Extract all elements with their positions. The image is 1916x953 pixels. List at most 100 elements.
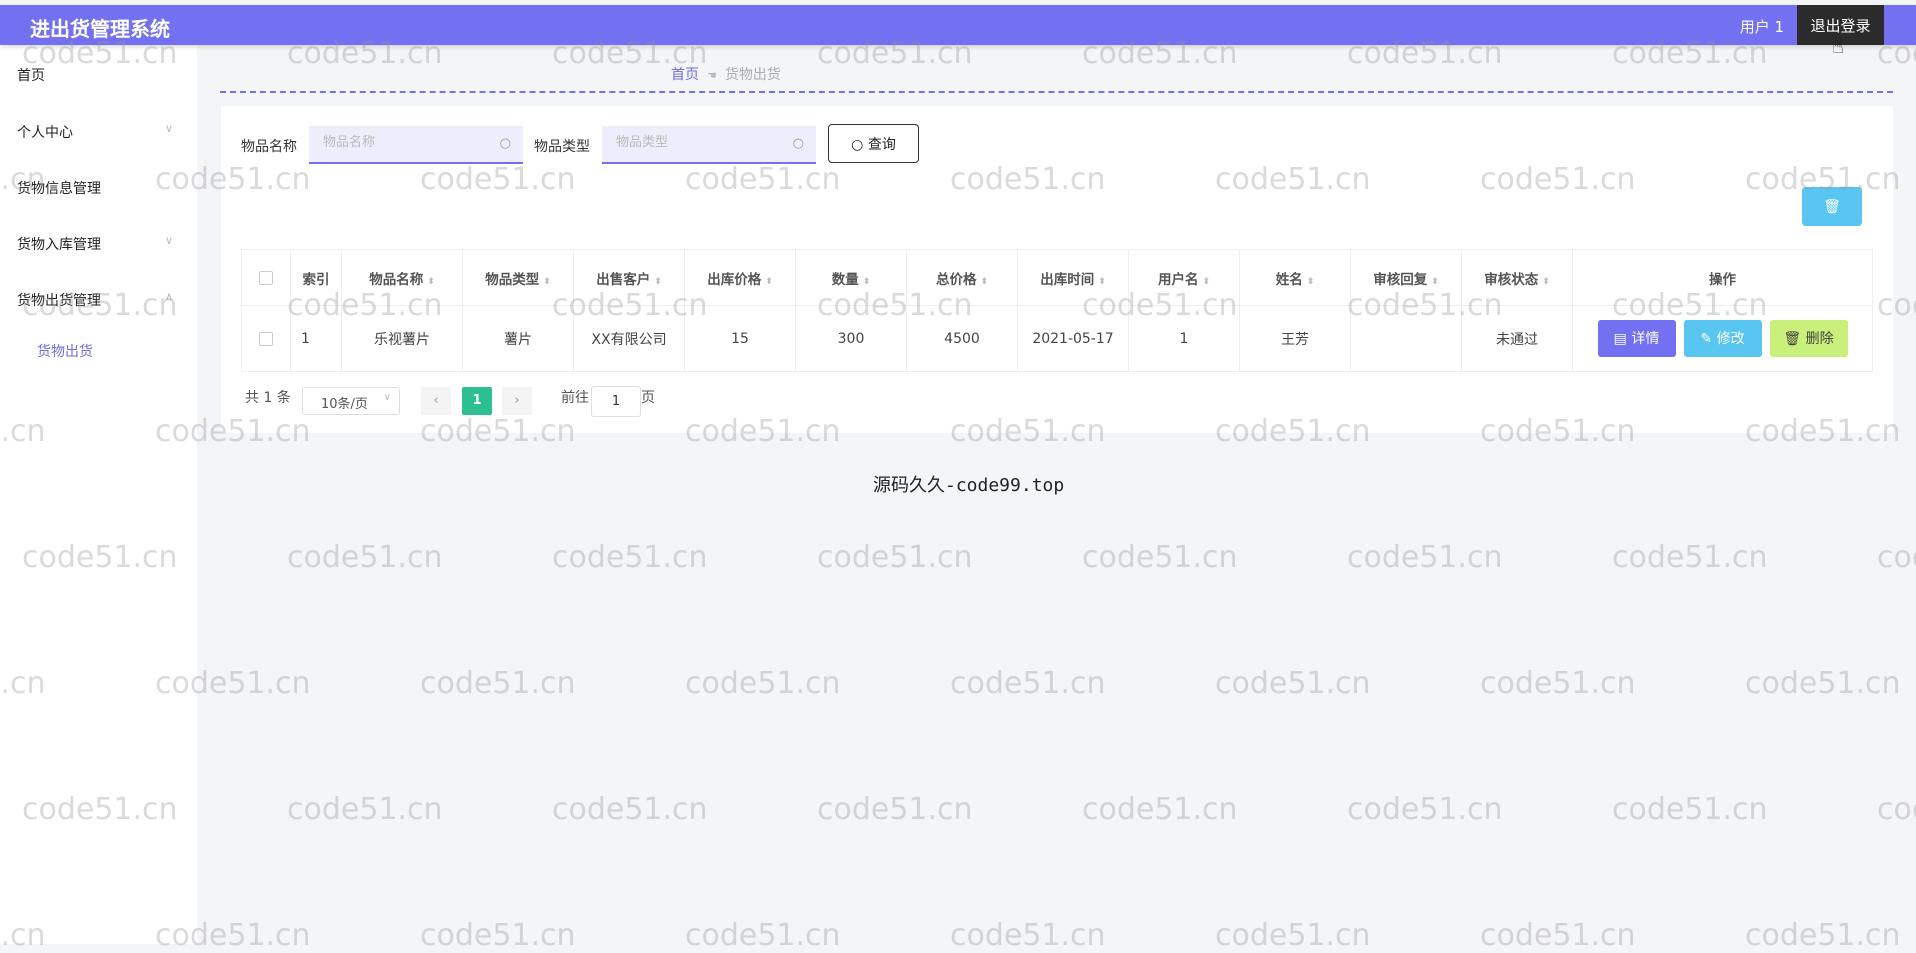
cell-fullname: 王芳 [1239,305,1351,372]
column-header: 操作 [1572,249,1873,306]
table-row: 1 乐视薯片 薯片 XX有限公司 15 300 4500 2021-05-17 … [241,305,1873,372]
cell-username: 1 [1128,305,1240,372]
sort-icon: ⬍ [862,276,871,287]
type-search-input[interactable] [614,134,788,151]
detail-button[interactable]: ▤ 详情 [1597,320,1676,357]
cell-reply [1350,305,1462,372]
column-header[interactable]: 审核状态 ⬍ [1461,249,1573,306]
column-header[interactable]: 出库价格 ⬍ [684,249,796,306]
watermark: code51.cn [950,666,1106,701]
watermark: code51.cn [1082,792,1238,827]
bulk-delete-button[interactable]: 🗑 [1802,187,1862,226]
watermark: code51.cn [420,666,576,701]
watermark: code51.cn [950,918,1106,953]
trash-icon: 🗑 [1783,331,1806,347]
watermark: code51.cn [1612,792,1768,827]
search-icon: ○ [499,136,511,151]
cell-total: 4500 [906,305,1018,372]
app-title: 进出货管理系统 [30,17,170,41]
watermark: code51.cn [1215,918,1371,953]
chevron-down-icon: ∨ [165,122,174,135]
cell-name: 乐视薯片 [341,305,463,372]
watermark: code51.cn [817,540,973,575]
watermark: code51.cn [1082,540,1238,575]
sidebar-item-home[interactable]: 首页 [17,65,45,85]
sidebar-item-goods-inbound[interactable]: 货物入库管理 ∨ [17,234,173,254]
sidebar-item-goods-outbound[interactable]: 货物出货管理 ∧ [17,290,173,310]
type-label: 物品类型 [534,139,590,155]
sidebar-subitem-outbound[interactable]: 货物出货 [37,341,93,361]
sort-icon: ⬍ [1431,276,1439,287]
delete-button[interactable]: 🗑 删除 [1769,320,1848,357]
column-header: 索引 [290,249,342,306]
sidebar-item-personal-center[interactable]: 个人中心 ∨ [17,122,173,142]
search-icon: ○ [851,136,868,153]
column-header[interactable]: 用户名 ⬍ [1128,249,1240,306]
watermark: code51.cn [1877,792,1916,827]
divider [220,91,1893,93]
column-header[interactable]: 出库时间 ⬍ [1017,249,1129,306]
sort-icon: ⬍ [427,276,435,287]
cell-status: 未通过 [1461,305,1573,372]
table-header-row: 索引 物品名称 ⬍ 物品类型 ⬍ 出售客户 ⬍ 出库价格 ⬍ 数量 ⬍ 总价格 ⬍ 出库时间… [241,249,1873,306]
document-icon: ▤ [1613,331,1632,347]
column-header[interactable]: 物品名称 ⬍ [341,249,463,306]
column-header[interactable]: 总价格 ⬍ [906,249,1018,306]
goto-page-input[interactable] [591,386,641,417]
row-checkbox[interactable] [241,305,291,372]
breadcrumb: 首页 ☚ 货物出货 [671,64,781,84]
sort-icon: ⬍ [1542,276,1550,287]
hand-cursor-icon: ☝ [1831,34,1844,58]
sort-icon: ⬍ [543,276,551,287]
watermark: code51.cn [287,792,443,827]
watermark: code51.cn [1480,666,1636,701]
name-search-field[interactable]: ○ [309,126,523,164]
breadcrumb-current: 货物出货 [724,67,781,83]
select-all-checkbox[interactable] [241,249,291,306]
watermark: code51.cn [420,918,576,953]
prev-page-button[interactable]: ‹ [421,387,451,415]
type-search-field[interactable]: ○ [602,126,816,164]
goto-prefix: 前往 [561,390,589,406]
name-search-input[interactable] [321,134,495,151]
watermark: code51.cn [817,792,973,827]
name-label: 物品名称 [241,139,297,155]
sidebar-item-goods-info[interactable]: 货物信息管理 [17,178,101,198]
sort-icon: ⬍ [654,276,662,287]
current-user: 用户 1 [1739,18,1784,36]
column-header[interactable]: 物品类型 ⬍ [462,249,574,306]
page-number[interactable]: 1 [462,387,492,415]
cell-type: 薯片 [462,305,574,372]
column-header[interactable]: 数量 ⬍ [795,249,907,306]
edit-button[interactable]: ✎ 修改 [1683,320,1762,357]
watermark: code51.cn [1612,540,1768,575]
pencil-icon: ✎ [1700,331,1717,347]
cell-index: 1 [290,305,342,372]
footer-text: 源码久久-code99.top [873,475,1065,496]
column-header[interactable]: 审核回复 ⬍ [1350,249,1462,306]
cell-quantity: 300 [795,305,907,372]
sort-icon: ⬍ [1098,276,1106,287]
goto-suffix: 页 [641,390,655,406]
outbound-table: 索引 物品名称 ⬍ 物品类型 ⬍ 出售客户 ⬍ 出库价格 ⬍ 数量 ⬍ 总价格 ⬍ 出库时间… [241,249,1873,372]
trash-icon: 🗑 [1823,198,1841,214]
sort-icon: ⬍ [1202,276,1211,287]
watermark: code51.cn [1745,918,1901,953]
search-icon: ○ [792,136,804,151]
top-bar: 进出货管理系统 用户 1 退出登录 [0,5,1916,45]
query-button[interactable]: ○ 查询 [828,124,919,163]
breadcrumb-home[interactable]: 首页 [671,67,699,83]
watermark: code51.cn [1480,918,1636,953]
watermark: code51.cn [552,792,708,827]
page-size-select[interactable]: 10条/页 ∨ [302,387,400,415]
chevron-down-icon: ∨ [383,392,391,403]
column-header[interactable]: 姓名 ⬍ [1239,249,1351,306]
next-page-button[interactable]: › [502,387,532,415]
watermark: code51.cn [685,918,841,953]
watermark: code51.cn [685,666,841,701]
cell-actions: ▤ 详情 ✎ 修改 🗑 删除 [1572,305,1873,372]
cell-date: 2021-05-17 [1017,305,1129,372]
hand-separator-icon: ☚ [707,69,717,82]
pagination-total: 共 1 条 [245,390,291,406]
column-header[interactable]: 出售客户 ⬍ [573,249,685,306]
